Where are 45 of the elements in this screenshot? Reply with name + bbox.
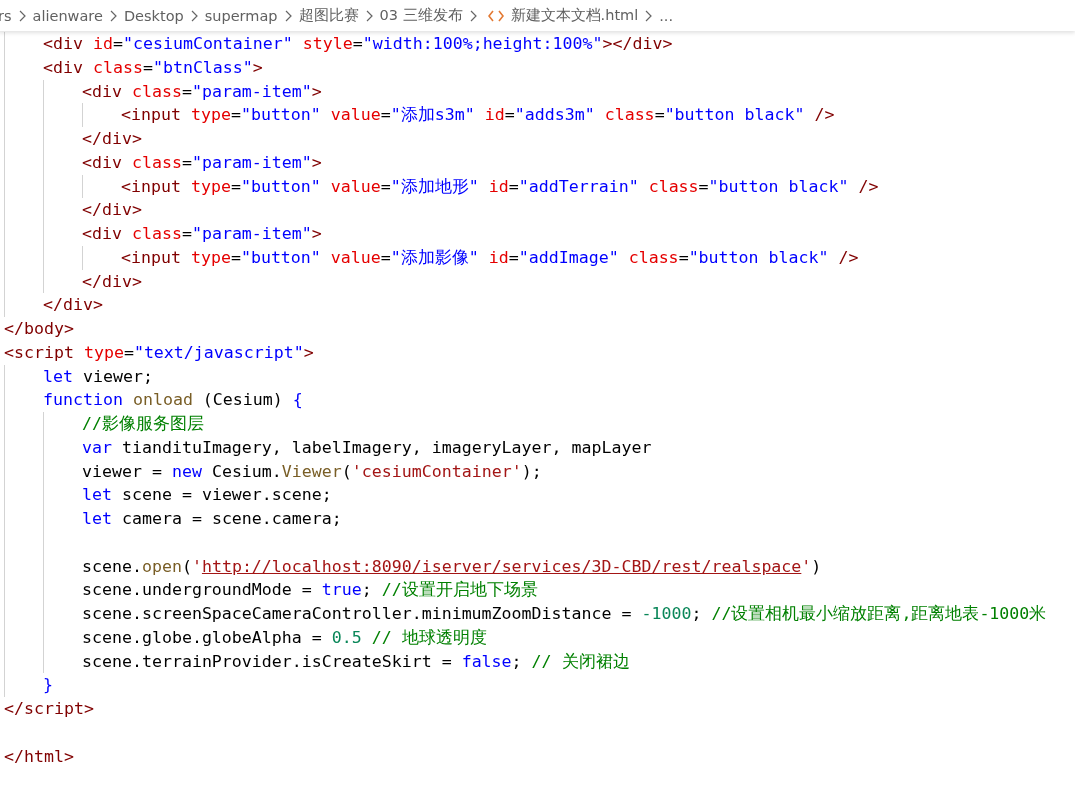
code-line: scene.globe.globeAlpha = 0.5 // 地球透明度: [82, 626, 487, 649]
chevron-right-icon: [645, 9, 653, 22]
chevron-right-icon: [284, 9, 292, 22]
code-line: </script>: [4, 698, 94, 720]
chevron-right-icon: [109, 9, 117, 22]
code-line: scene.terrainProvider.isCreateSkirt = false; // 关闭裙边: [82, 650, 630, 673]
code-line: <div class="btnClass">: [43, 56, 263, 79]
chevron-right-icon: [18, 9, 26, 22]
code-line: //影像服务图层: [82, 413, 204, 435]
breadcrumb-item[interactable]: 超图比赛: [298, 6, 359, 25]
code-line: viewer = new Cesium.Viewer('cesiumContainer');: [82, 460, 542, 483]
code-line: }: [43, 674, 53, 697]
breadcrumb-item[interactable]: rs: [0, 7, 12, 24]
breadcrumb-item[interactable]: 新建文本文档.html: [510, 6, 639, 25]
code-line: function onload (Cesium) {: [43, 389, 303, 412]
code-line: <input type="button" value="添加影像" id="addImage" class="button black" />: [121, 246, 859, 269]
breadcrumb-item[interactable]: Desktop: [123, 7, 184, 24]
code-line: <script type="text/javascript">: [4, 341, 314, 364]
chevron-right-icon: [469, 9, 477, 22]
code-line: <div class="param-item">: [82, 151, 322, 174]
code-line: </div>: [82, 128, 142, 150]
breadcrumb-item[interactable]: supermap: [204, 7, 278, 24]
code-line: scene.screenSpaceCameraController.minimumZoomDistance = -1000; //设置相机最小缩放距离,距离地表-1000米: [82, 603, 1047, 625]
chevron-right-icon: [190, 9, 198, 22]
breadcrumb-item[interactable]: alienware: [32, 7, 103, 24]
code-line: <input type="button" value="添加s3m" id="adds3m" class="button black" />: [121, 104, 835, 127]
code-line: var tiandituImagery, labelImagery, imageryLayer, mapLayer: [82, 436, 652, 459]
code-line: let scene = viewer.scene;: [82, 484, 332, 507]
code-line: <input type="button" value="添加地形" id="addTerrain" class="button black" />: [121, 175, 879, 198]
breadcrumb-item[interactable]: 03 三维发布: [379, 6, 463, 25]
code-line: scene.open('http://localhost:8090/iserver/services/3D-CBD/rest/realspace'): [82, 555, 822, 578]
chevron-right-icon: [365, 9, 373, 22]
code-line: <div class="param-item">: [82, 80, 322, 103]
code-line: </div>: [82, 199, 142, 222]
code-line: </body>: [4, 318, 74, 340]
code-line: <div id="cesiumContainer" style="width:100%;height:100%"></div>: [43, 33, 673, 55]
code-line: let viewer;: [43, 365, 153, 388]
code-line: let camera = scene.camera;: [82, 508, 342, 530]
code-line: </div>: [43, 294, 103, 317]
code-brackets-icon: [487, 9, 504, 22]
code-line: </html>: [4, 745, 74, 768]
code-line: <div class="param-item">: [82, 223, 322, 245]
code-line: scene.undergroundMode = true; //设置开启地下场景: [82, 579, 538, 602]
more-crumb[interactable]: ...: [659, 7, 674, 24]
code-line: </div>: [82, 270, 142, 293]
